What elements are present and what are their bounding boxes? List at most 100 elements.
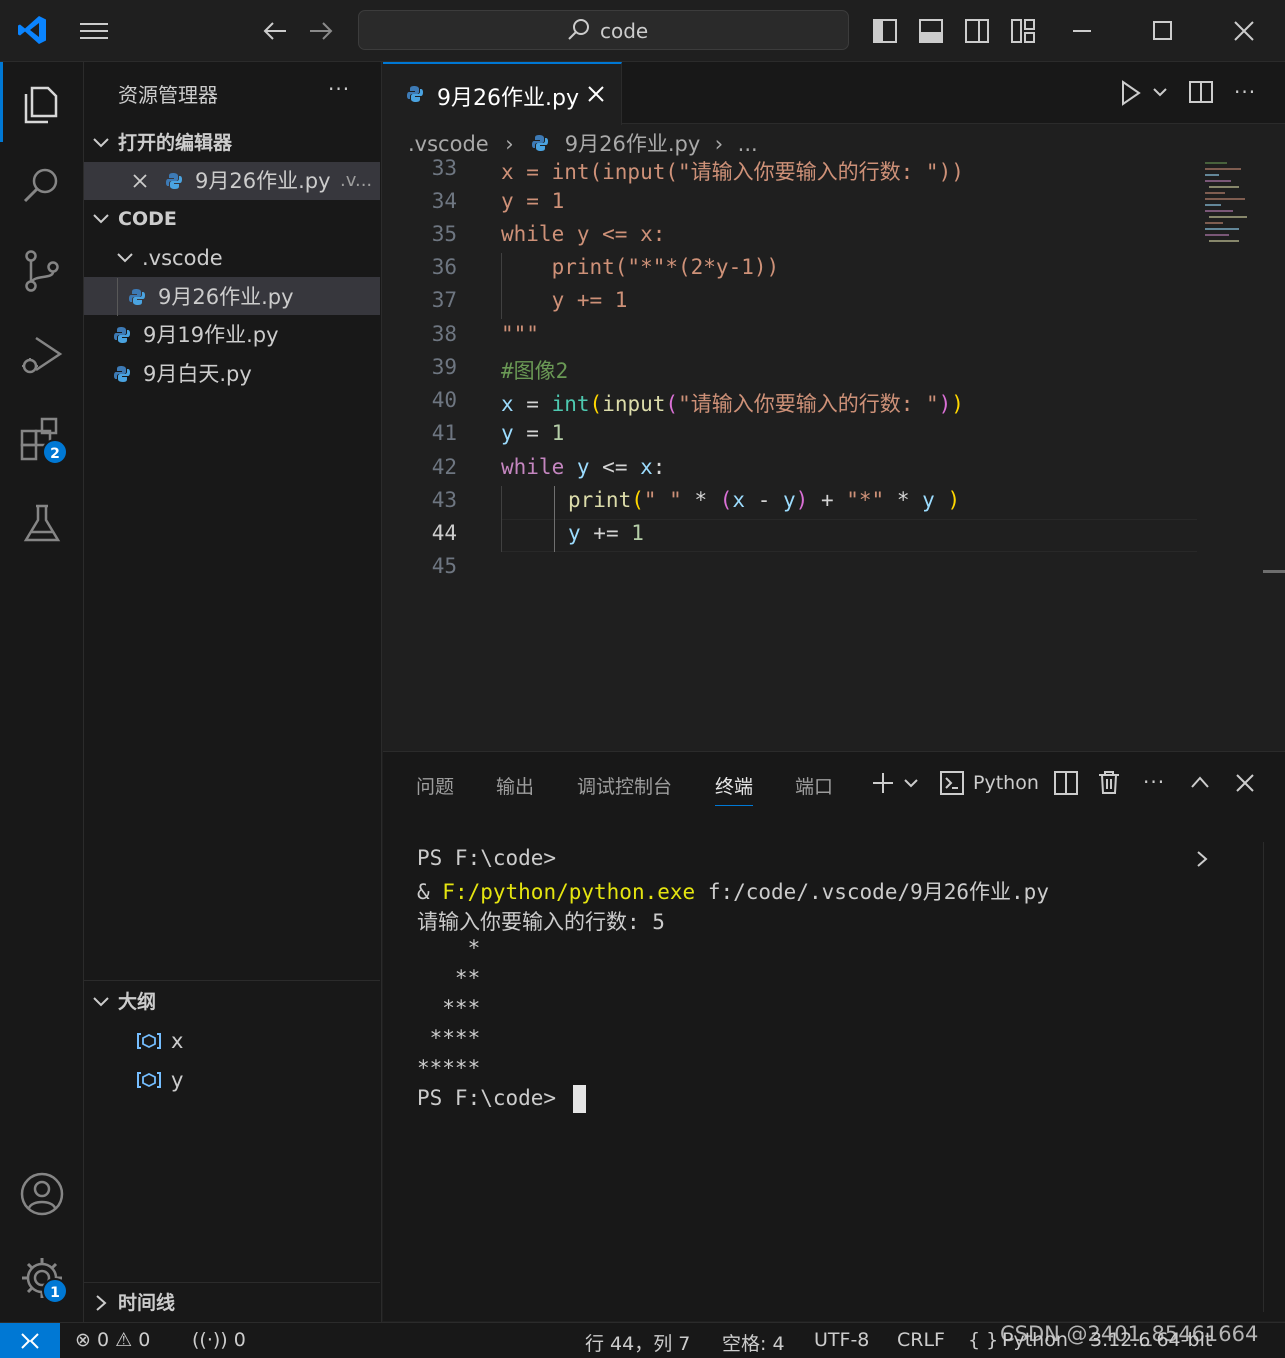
encoding-status[interactable]: UTF-8 — [814, 1329, 869, 1351]
panel-more-actions-icon[interactable]: ··· — [1143, 770, 1165, 794]
line-number: 33 — [431, 158, 457, 180]
code-folder-section[interactable]: CODE — [84, 200, 380, 238]
file-item-active[interactable]: 9月26作业.py — [84, 277, 380, 316]
tab-output[interactable]: 输出 — [496, 772, 534, 799]
tab-problems[interactable]: 问题 — [416, 772, 454, 799]
editor-scrollbar[interactable] — [1263, 158, 1285, 750]
sidebar-more-icon[interactable]: ··· — [328, 77, 350, 101]
terminal-output[interactable]: PS F:\code> & F:/python/python.exe f:/co… — [383, 832, 1263, 1320]
open-editors-title: 打开的编辑器 — [118, 132, 233, 154]
forward-arrow-icon[interactable] — [308, 19, 334, 43]
terminal-line: **** — [417, 1026, 481, 1050]
extensions-badge: 2 — [42, 439, 68, 465]
terminal-line: PS F:\code> — [417, 846, 557, 870]
cursor-position[interactable]: 行 44，列 7 — [585, 1329, 690, 1356]
terminal-line: * — [417, 936, 481, 960]
maximize-icon[interactable] — [1152, 20, 1174, 42]
chevron-down-icon — [93, 997, 109, 1007]
code-line-current: y += 1 — [568, 521, 644, 545]
indent-guide-active — [554, 486, 555, 552]
explorer-icon[interactable] — [18, 78, 66, 126]
terminal-dropdown-chevron-icon[interactable] — [903, 777, 919, 789]
settings-badge: 1 — [42, 1278, 68, 1304]
timeline-title: 时间线 — [118, 1292, 176, 1314]
line-number: 43 — [431, 488, 457, 512]
line-number: 45 — [431, 554, 457, 578]
terminal-scrollbar[interactable] — [1263, 842, 1283, 1312]
back-arrow-icon[interactable] — [262, 19, 288, 43]
file-label: 9月19作业.py — [143, 323, 279, 347]
terminal-line: ***** — [417, 1056, 481, 1080]
line-number: 42 — [431, 455, 457, 479]
close-window-icon[interactable] — [1233, 20, 1255, 42]
toggle-panel-icon[interactable] — [918, 18, 944, 44]
file-item[interactable]: 9月白天.py — [84, 355, 380, 393]
python-file-icon — [114, 327, 130, 343]
python-file-icon — [532, 135, 549, 151]
timeline-section[interactable]: 时间线 — [84, 1284, 380, 1322]
remote-indicator[interactable] — [0, 1323, 60, 1358]
search-view-icon[interactable] — [18, 161, 66, 209]
minimap[interactable] — [1203, 158, 1263, 253]
run-dropdown-chevron-icon[interactable] — [1152, 86, 1168, 98]
run-python-icon[interactable] — [1120, 80, 1142, 106]
code-editor[interactable]: 33 34 35 36 37 38 39 40 41 42 43 44 45 x… — [383, 158, 1285, 750]
run-and-debug-icon[interactable] — [18, 330, 66, 378]
breadcrumb-file[interactable]: 9月26作业.py — [565, 132, 701, 156]
editor-more-actions-icon[interactable]: ··· — [1234, 80, 1256, 104]
kill-terminal-trash-icon[interactable] — [1097, 769, 1121, 795]
close-tab-icon[interactable] — [587, 85, 605, 103]
file-item[interactable]: 9月19作业.py — [84, 316, 380, 354]
outline-item[interactable]: y — [84, 1061, 380, 1099]
line-number: 35 — [431, 222, 457, 246]
split-terminal-icon[interactable] — [1053, 770, 1079, 796]
ports-status[interactable]: ((·)) 0 — [192, 1329, 246, 1351]
line-number: 39 — [431, 355, 457, 379]
breadcrumb-folder[interactable]: .vscode — [408, 132, 489, 156]
minimize-icon[interactable] — [1070, 20, 1094, 42]
code-line: print("*"*(2*y-1)) — [501, 255, 780, 279]
testing-icon[interactable] — [18, 500, 66, 548]
tab-terminal[interactable]: 终端 — [715, 772, 754, 806]
open-editors-section[interactable]: 打开的编辑器 — [84, 124, 380, 162]
tab-ports[interactable]: 端口 — [795, 772, 833, 799]
search-text: code — [600, 19, 649, 43]
line-number: 38 — [431, 322, 457, 346]
file-label: 9月白天.py — [143, 362, 252, 386]
search-icon — [566, 17, 592, 43]
open-editor-item[interactable]: 9月26作业.py .v... — [84, 162, 380, 200]
outline-section[interactable]: 大纲 — [84, 983, 380, 1021]
close-panel-icon[interactable] — [1235, 773, 1255, 793]
folder-vscode[interactable]: .vscode — [84, 239, 380, 277]
code-section-title: CODE — [118, 208, 177, 230]
split-editor-icon[interactable] — [1188, 80, 1214, 104]
line-number-current: 44 — [431, 521, 457, 545]
maximize-panel-chevron-up-icon[interactable] — [1189, 774, 1211, 790]
terminal-line: *** — [417, 996, 481, 1020]
manage-gear-icon[interactable]: 1 — [18, 1254, 68, 1304]
title-bar: code — [0, 0, 1285, 62]
toggle-secondary-sidebar-icon[interactable] — [964, 18, 990, 44]
code-line: x = int(input("请输入你要输入的行数: ")) — [501, 392, 964, 416]
close-editor-icon[interactable] — [132, 173, 148, 189]
menu-icon[interactable] — [78, 19, 110, 43]
outline-item[interactable]: x — [84, 1022, 380, 1060]
breadcrumb-symbol[interactable]: ... — [738, 132, 758, 156]
tab-debug-console[interactable]: 调试控制台 — [577, 772, 672, 799]
extensions-icon[interactable]: 2 — [18, 415, 68, 465]
editor-tab-active[interactable]: 9月26作业.py — [383, 62, 622, 125]
problems-status[interactable]: ⊗ 0 ⚠ 0 — [75, 1329, 150, 1351]
accounts-icon[interactable] — [18, 1170, 66, 1218]
terminal-list-chevron-right-icon[interactable] — [1195, 850, 1209, 868]
toggle-primary-sidebar-icon[interactable] — [872, 18, 898, 44]
source-control-icon[interactable] — [18, 247, 66, 295]
terminal-name[interactable]: Python — [973, 772, 1039, 794]
eol-status[interactable]: CRLF — [897, 1329, 945, 1351]
folder-vscode-label: .vscode — [142, 246, 223, 270]
indentation-status[interactable]: 空格: 4 — [722, 1329, 785, 1356]
customize-layout-icon[interactable] — [1010, 18, 1036, 44]
new-terminal-plus-icon[interactable] — [871, 771, 895, 795]
outline-item-label: x — [171, 1029, 184, 1053]
line-number: 36 — [431, 255, 457, 279]
status-bar: ⊗ 0 ⚠ 0 ((·)) 0 行 44，列 7 空格: 4 UTF-8 CRL… — [0, 1322, 1285, 1358]
